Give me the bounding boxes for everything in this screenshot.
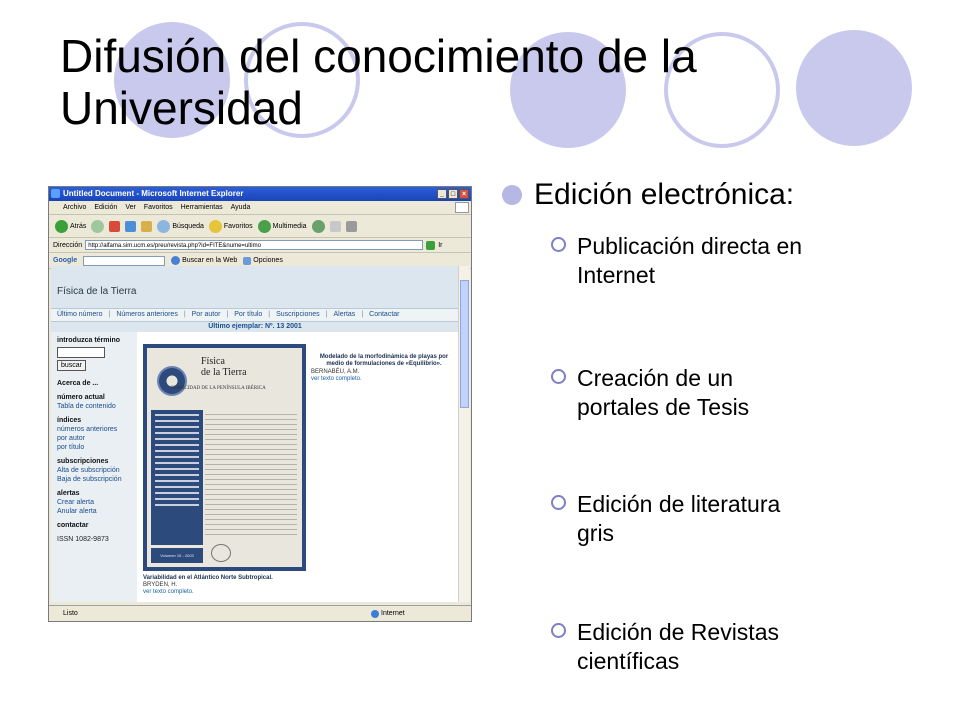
bullet-dot-icon <box>502 185 522 205</box>
sub-bullet-ring-icon <box>551 495 566 510</box>
sub-item-revistas: Edición de Revistas científicas <box>577 619 779 674</box>
bullet-list: Edición electrónica: Publicación directa… <box>0 0 960 720</box>
sub-item-publicacion: Publicación directa en Internet <box>577 233 803 288</box>
bullet-edicion-electronica: Edición electrónica: <box>534 178 795 211</box>
sub-item-tesis: Creación de un portales de Tesis <box>577 365 750 420</box>
sub-bullet-ring-icon <box>551 369 566 384</box>
sub-bullet-ring-icon <box>551 623 566 638</box>
sub-bullet-ring-icon <box>551 237 566 252</box>
sub-item-literatura-gris: Edición de literatura gris <box>577 491 781 546</box>
